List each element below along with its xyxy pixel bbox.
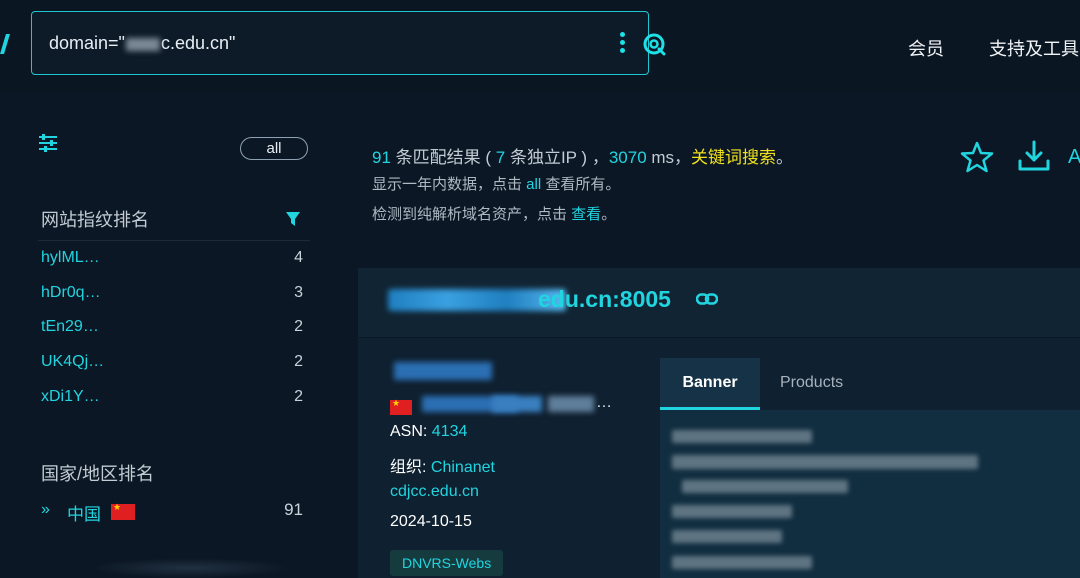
fingerprint-row[interactable]: UK4Qj… 2 (41, 353, 303, 377)
result-info: … ASN: 4134 组织: Chinanet cdjcc.edu.cn 20… (358, 338, 658, 578)
nav-member[interactable]: 会员 (908, 35, 944, 61)
country-name[interactable]: 中国 (67, 500, 101, 525)
search-query[interactable]: domain=" c.edu.cn" (49, 33, 235, 54)
fingerprint-row[interactable]: tEn29… 2 (41, 318, 303, 342)
link-icon[interactable] (696, 293, 718, 305)
world-map-preview (90, 558, 290, 578)
result-tabs: Banner Products (660, 358, 1080, 578)
fingerprint-name[interactable]: tEn29… (41, 318, 99, 336)
fingerprint-count: 2 (294, 388, 303, 405)
asn-line: ASN: 4134 (390, 423, 468, 440)
org-link[interactable]: Chinanet (431, 459, 495, 476)
fingerprint-count: 2 (294, 353, 303, 370)
country-count: 91 (284, 500, 303, 519)
nav-tools[interactable]: 支持及工具 (989, 35, 1079, 61)
action-label-cut[interactable]: A (1068, 146, 1080, 169)
view-link[interactable]: 查看 (571, 206, 601, 223)
filter-settings-icon[interactable] (38, 134, 58, 152)
redacted-banner-line (672, 505, 792, 518)
location-ellipsis: … (596, 394, 612, 411)
china-flag-icon (111, 502, 135, 520)
date-text: 2024-10-15 (390, 513, 472, 530)
results-summary: 91 条匹配结果 ( 7 条独立IP ) ，3070 ms，关键词搜索。 (372, 148, 794, 167)
fingerprint-row[interactable]: hDr0q… 3 (41, 284, 303, 308)
fingerprint-name[interactable]: hylML… (41, 249, 100, 267)
fingerprint-row[interactable]: xDi1Y… 2 (41, 388, 303, 412)
year-data-note: 显示一年内数据，点击 all 查看所有。 (372, 176, 621, 193)
redacted-location (492, 396, 542, 412)
tab-products[interactable]: Products (780, 358, 843, 410)
banner-content (660, 410, 1080, 578)
org-line: 组织: Chinanet (390, 459, 495, 476)
redacted-banner-line (682, 480, 848, 493)
redacted-banner-line (672, 455, 978, 469)
fingerprint-name[interactable]: xDi1Y… (41, 388, 100, 406)
domain-asset-note: 检测到纯解析域名资产，点击 查看。 (372, 206, 617, 223)
fingerprint-row[interactable]: hylML… 4 (41, 249, 303, 273)
result-card: edu.cn:8005 … ASN: 4134 组织: Chinanet cdj… (358, 268, 1080, 578)
product-tag[interactable]: DNVRS-Webs (390, 550, 504, 576)
china-flag-icon (390, 398, 412, 415)
redacted-text (125, 37, 160, 51)
fingerprint-rank-title: 网站指纹排名 (41, 210, 149, 230)
country-row[interactable]: » 中国 91 (41, 500, 303, 524)
kebab-icon[interactable] (616, 30, 628, 56)
star-icon[interactable] (960, 140, 994, 174)
country-rank-title: 国家/地区排名 (41, 464, 155, 484)
download-icon[interactable] (1016, 139, 1052, 173)
fingerprint-count: 4 (294, 249, 303, 266)
logo-icon[interactable] (0, 34, 10, 54)
top-bar: domain=" c.edu.cn" 会员 支持及工具 (0, 0, 1080, 92)
all-filter-pill[interactable]: all (240, 137, 308, 160)
result-card-header: edu.cn:8005 (358, 268, 1080, 338)
search-input[interactable]: domain=" c.edu.cn" (31, 11, 666, 75)
fingerprint-count: 2 (294, 318, 303, 335)
redacted-banner-line (672, 530, 782, 543)
scan-search-icon[interactable] (642, 32, 666, 56)
redacted-banner-line (672, 430, 812, 443)
domain-link[interactable]: cdjcc.edu.cn (390, 483, 479, 501)
fingerprint-name[interactable]: UK4Qj… (41, 353, 104, 371)
chevron-double-right-icon: » (41, 501, 50, 518)
funnel-icon[interactable] (285, 210, 301, 228)
fingerprint-count: 3 (294, 284, 303, 301)
redacted-location (548, 396, 594, 412)
divider (38, 240, 310, 241)
keyword-search-link[interactable]: 关键词搜索 (691, 148, 776, 167)
redacted-banner-line (672, 556, 812, 569)
result-host-link[interactable]: edu.cn:8005 (538, 286, 671, 313)
tab-banner[interactable]: Banner (660, 358, 760, 410)
asn-link[interactable]: 4134 (432, 423, 468, 440)
fingerprint-name[interactable]: hDr0q… (41, 284, 101, 302)
all-link[interactable]: all (526, 176, 541, 193)
redacted-title (394, 362, 492, 380)
